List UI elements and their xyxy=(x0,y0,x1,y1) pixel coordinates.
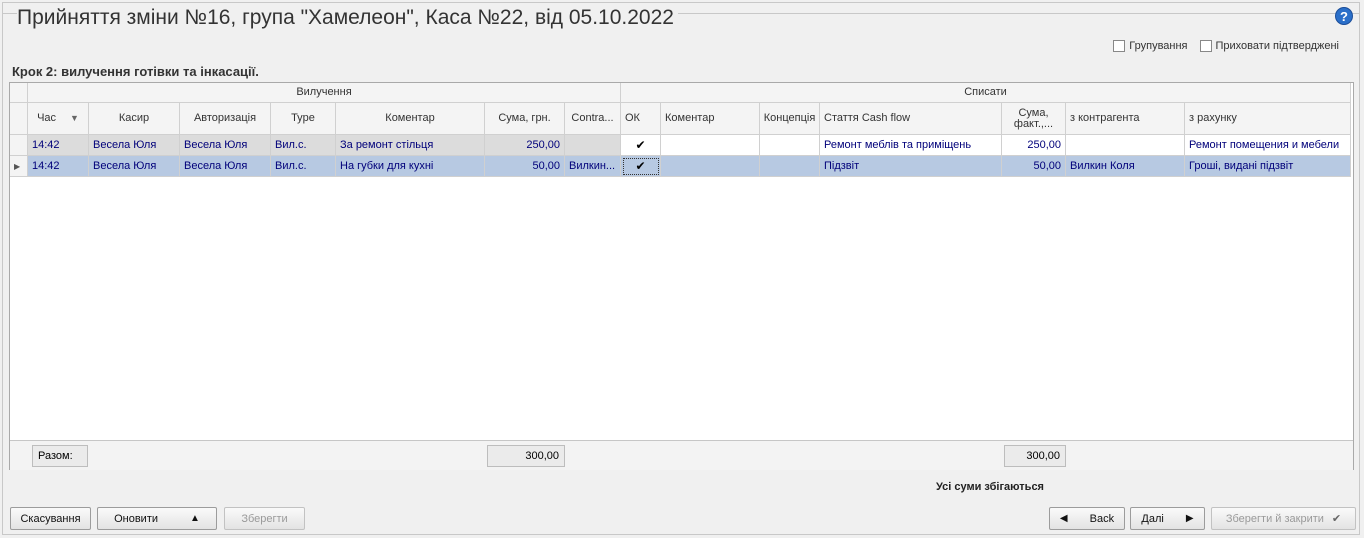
col-header-time[interactable]: Час ▼ xyxy=(28,103,89,135)
cancel-button-label: Скасування xyxy=(20,512,81,525)
next-button[interactable]: Далі ▶ xyxy=(1130,507,1205,530)
options-bar: Групування Приховати підтверджені xyxy=(1113,40,1339,52)
cell-contra[interactable] xyxy=(565,135,621,156)
current-row-arrow-icon: ▶ xyxy=(10,156,28,177)
step-title: Крок 2: вилучення готівки та інкасації. xyxy=(12,64,259,79)
cell-cashier[interactable]: Весела Юля xyxy=(89,135,180,156)
checkbox-box[interactable] xyxy=(1113,40,1126,52)
refresh-button-label: Оновити xyxy=(114,512,158,525)
col-header-time-label: Час xyxy=(37,112,57,124)
col-header-type[interactable]: Type xyxy=(271,103,336,135)
triangle-right-icon: ▶ xyxy=(1185,513,1194,524)
col-header-authorization[interactable]: Авторизація xyxy=(180,103,271,135)
cell-authorization[interactable]: Весела Юля xyxy=(180,135,271,156)
cell-from-account[interactable]: Гроші, видані підзвіт xyxy=(1185,156,1351,177)
cell-concept[interactable] xyxy=(760,156,820,177)
checkbox-box[interactable] xyxy=(1199,40,1212,52)
cell-cashflow[interactable]: Ремонт меблів та приміщень xyxy=(820,135,1002,156)
cell-sum[interactable]: 50,00 xyxy=(485,156,565,177)
cell-from-account[interactable]: Ремонт помещения и мебели xyxy=(1185,135,1351,156)
ok-checkmark-icon[interactable]: ✔ xyxy=(621,135,661,156)
window-title: Прийняття зміни №16, група "Хамелеон", К… xyxy=(17,6,678,30)
back-button[interactable]: ◀ Back xyxy=(1049,507,1125,530)
footer-total-sum: 300,00 xyxy=(487,445,565,467)
cell-comment-2[interactable] xyxy=(661,135,760,156)
cell-comment[interactable]: За ремонт стільця xyxy=(336,135,485,156)
footer-total-fact: 300,00 xyxy=(1004,445,1066,467)
cell-from-contractor[interactable] xyxy=(1066,135,1185,156)
refresh-button[interactable]: Оновити ▲ xyxy=(97,507,217,530)
col-header-comment-2[interactable]: Коментар xyxy=(661,103,760,135)
cell-fact-sum[interactable]: 250,00 xyxy=(1002,135,1066,156)
cell-contra[interactable]: Вилкин... xyxy=(565,156,621,177)
cell-comment[interactable]: На губки для кухні xyxy=(336,156,485,177)
cell-cashier[interactable]: Весела Юля xyxy=(89,156,180,177)
table-footer: Разом: 300,00 300,00 xyxy=(10,440,1353,470)
corner-cell xyxy=(10,83,28,103)
cell-cashflow[interactable]: Підзвіт xyxy=(820,156,1002,177)
hide-confirmed-checkbox[interactable]: Приховати підтверджені xyxy=(1199,40,1339,52)
cell-type[interactable]: Вил.с. xyxy=(271,156,336,177)
cell-time[interactable]: 14:42 xyxy=(28,156,89,177)
withdrawals-table: Вилучення Списати Час ▼ Касир Авторизаці… xyxy=(9,82,1354,470)
triangle-up-icon: ▲ xyxy=(190,513,200,524)
next-button-label: Далі xyxy=(1141,512,1164,525)
cell-from-contractor[interactable]: Вилкин Коля xyxy=(1066,156,1185,177)
grouping-label: Групування xyxy=(1129,40,1188,52)
col-header-ok[interactable]: ОК xyxy=(621,103,661,135)
sort-desc-icon: ▼ xyxy=(70,113,79,123)
footer-total-label: Разом: xyxy=(32,445,88,467)
save-and-close-button[interactable]: Зберегти й закрити ✔ xyxy=(1211,507,1356,530)
grouping-checkbox[interactable]: Групування xyxy=(1113,40,1188,52)
cancel-button[interactable]: Скасування xyxy=(10,507,91,530)
col-header-sum[interactable]: Сума, грн. xyxy=(485,103,565,135)
col-header-from-account[interactable]: з рахунку xyxy=(1185,103,1351,135)
cell-type[interactable]: Вил.с. xyxy=(271,135,336,156)
row-indicator xyxy=(10,135,28,156)
cell-sum[interactable]: 250,00 xyxy=(485,135,565,156)
checkmark-icon: ✔ xyxy=(1331,513,1342,525)
ok-checkmark-icon[interactable]: ✔ xyxy=(621,156,661,177)
save-button-label: Зберегти xyxy=(241,512,288,525)
save-button[interactable]: Зберегти xyxy=(224,507,305,530)
back-button-label: Back xyxy=(1089,512,1115,525)
col-header-cashier[interactable]: Касир xyxy=(89,103,180,135)
group-header-withdrawal: Вилучення xyxy=(28,83,621,103)
row-indicator-header xyxy=(10,103,28,135)
col-header-fact-sum[interactable]: Сума, факт.,... xyxy=(1002,103,1066,135)
cell-comment-2[interactable] xyxy=(661,156,760,177)
hide-confirmed-label: Приховати підтверджені xyxy=(1215,40,1339,52)
cell-concept[interactable] xyxy=(760,135,820,156)
col-header-cashflow[interactable]: Стаття Cash flow xyxy=(820,103,1002,135)
col-header-from-contractor[interactable]: з контрагента xyxy=(1066,103,1185,135)
group-header-writeoff: Списати xyxy=(621,83,1351,103)
status-message: Усі суми збігаються xyxy=(936,481,1044,493)
triangle-left-icon: ◀ xyxy=(1059,513,1068,524)
col-header-comment[interactable]: Коментар xyxy=(336,103,485,135)
save-and-close-label: Зберегти й закрити xyxy=(1225,512,1324,525)
cell-fact-sum[interactable]: 50,00 xyxy=(1002,156,1066,177)
col-header-contra[interactable]: Contra... xyxy=(565,103,621,135)
help-icon[interactable]: ? xyxy=(1335,7,1353,25)
cell-time[interactable]: 14:42 xyxy=(28,135,89,156)
cell-authorization[interactable]: Весела Юля xyxy=(180,156,271,177)
col-header-concept[interactable]: Концепція xyxy=(760,103,820,135)
